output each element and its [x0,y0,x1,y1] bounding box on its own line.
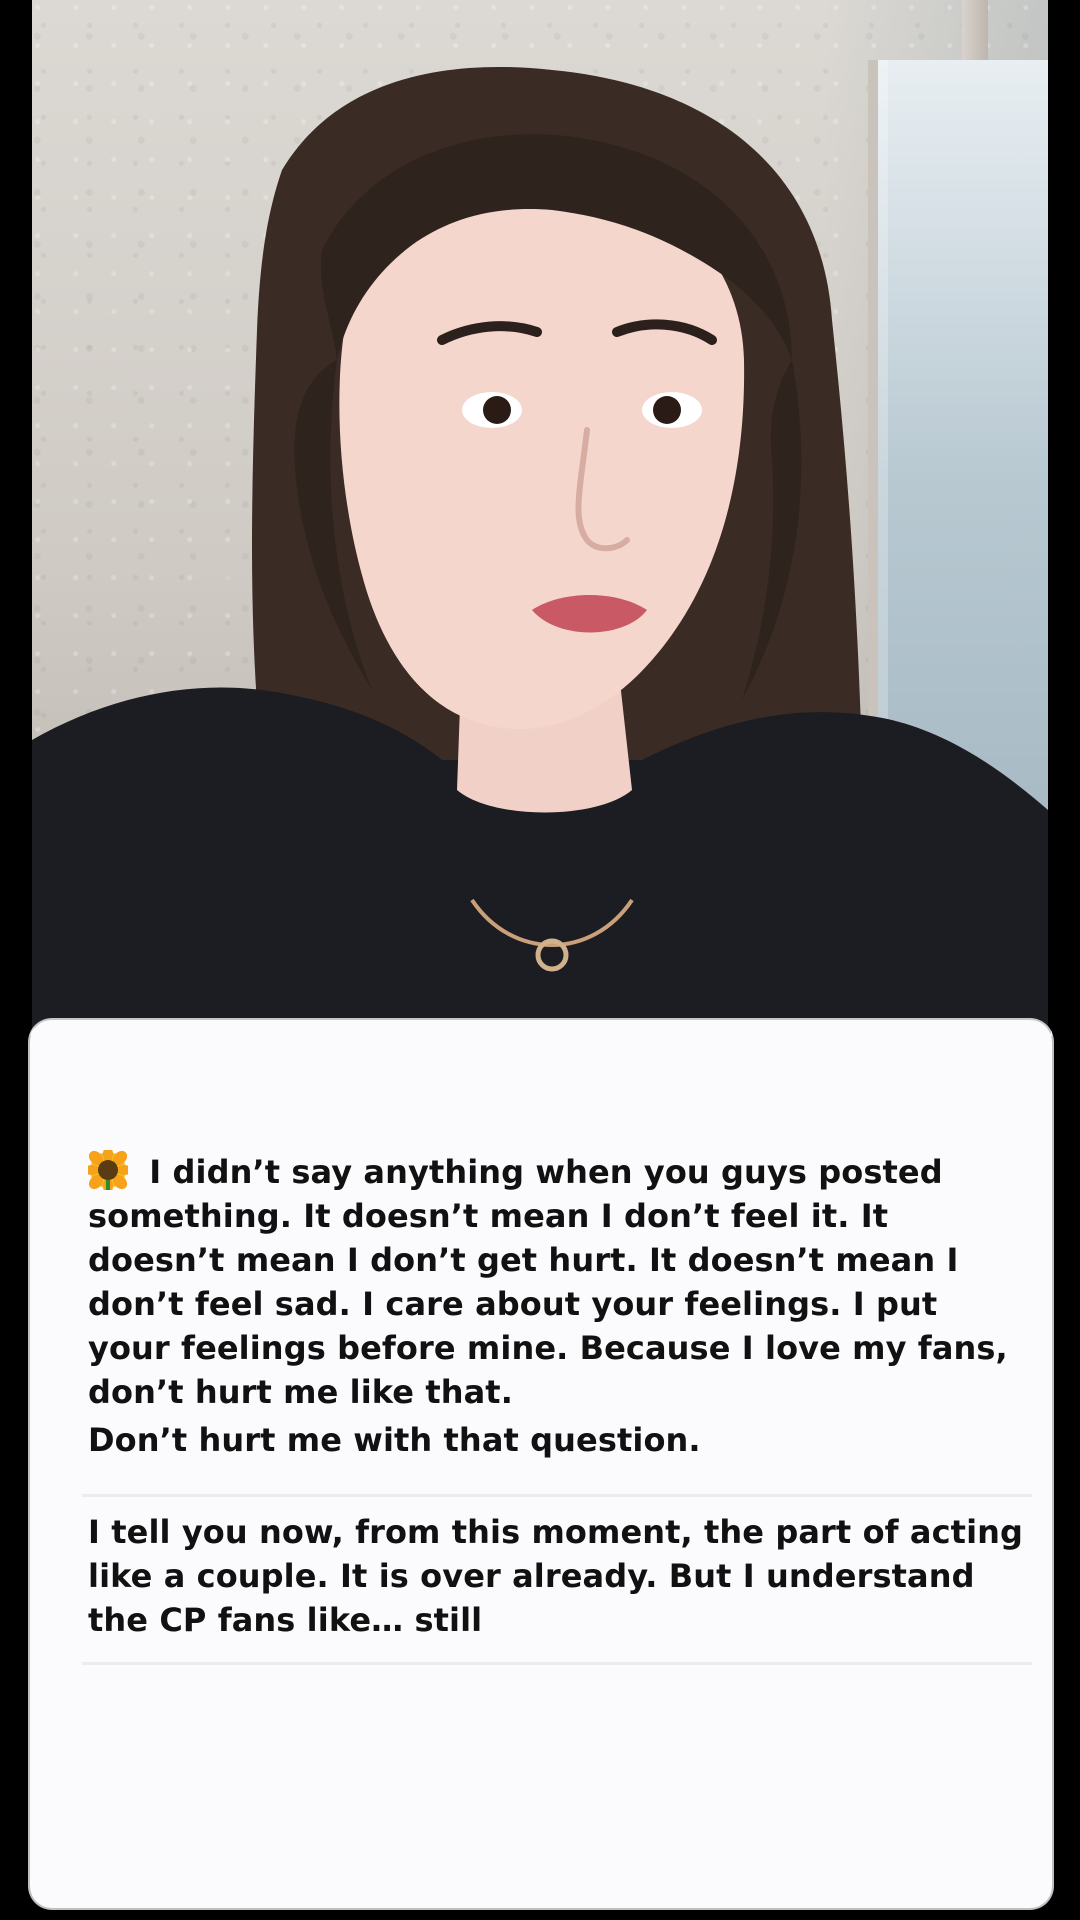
caption-paragraph-1: I didn’t say anything when you guys post… [88,1150,1028,1414]
caption-text-3: I tell you now, from this moment, the pa… [88,1513,1024,1639]
panel-top-edge [30,1006,1052,1036]
caption-panel: I didn’t say anything when you guys post… [30,1006,1052,1908]
caption-paragraph-3: I tell you now, from this moment, the pa… [88,1510,1028,1642]
panel-divider-2 [82,1662,1032,1665]
caption-text-1: I didn’t say anything when you guys post… [88,1153,1008,1411]
eye-left-iris [483,396,511,424]
panel-divider [82,1494,1032,1497]
sunflower-icon [88,1150,128,1190]
video-content[interactable] [32,0,1048,1030]
person-illustration [32,66,1048,1030]
caption-text-2: Don’t hurt me with that question. [88,1421,701,1459]
eye-right-iris [653,396,681,424]
video-frame: I didn’t say anything when you guys post… [0,0,1080,1920]
caption-paragraph-2: Don’t hurt me with that question. [88,1418,1028,1462]
